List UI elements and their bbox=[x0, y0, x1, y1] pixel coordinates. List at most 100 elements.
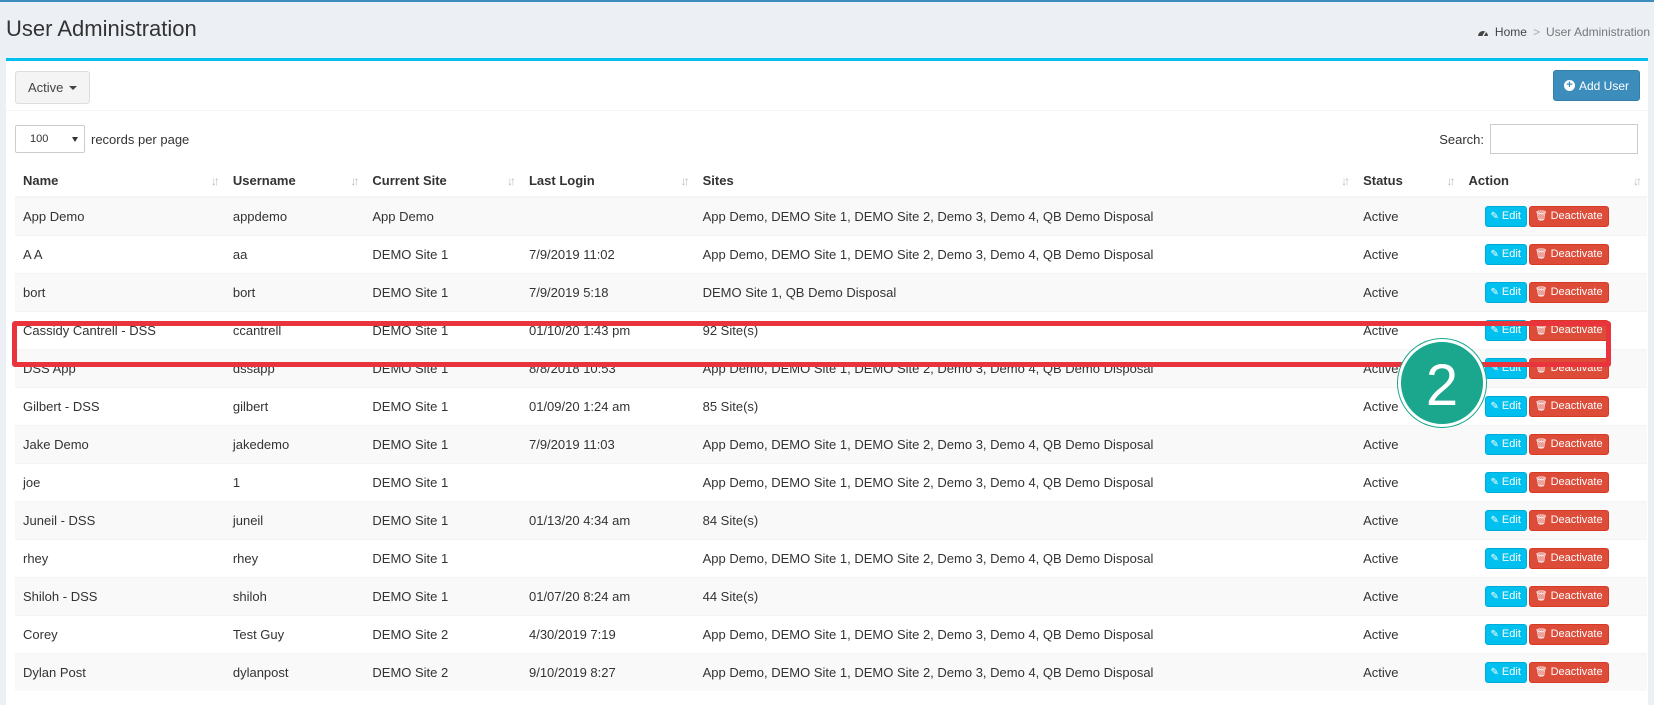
edit-button[interactable]: ✎ Edit bbox=[1484, 471, 1527, 493]
cell-name: Gilbert - DSS bbox=[15, 386, 225, 425]
table-row: Corey Test Guy DEMO Site 2 4/30/2019 7:19 Ap… bbox=[15, 614, 1647, 653]
cell-action: ✎ Edit 🗑 Deactivate bbox=[1460, 348, 1647, 387]
deactivate-label: Deactivate bbox=[1550, 552, 1603, 564]
cell-username: gilbert bbox=[224, 386, 365, 425]
edit-button[interactable]: ✎ Edit bbox=[1484, 433, 1527, 455]
edit-button[interactable]: ✎ Edit bbox=[1484, 319, 1527, 341]
cell-status: Active bbox=[1355, 234, 1461, 273]
table-row: bort bort DEMO Site 1 7/9/2019 5:18 DEMO Sit… bbox=[15, 272, 1647, 311]
trash-icon: 🗑 bbox=[1534, 286, 1548, 298]
table-row: Juneil - DSS juneil DEMO Site 1 01/13/20 4:… bbox=[15, 500, 1647, 539]
sort-icon: ↓↑ bbox=[506, 174, 516, 188]
cell-name: App Demo bbox=[15, 196, 225, 235]
trash-icon: 🗑 bbox=[1534, 552, 1548, 564]
sort-icon: ↓↑ bbox=[1633, 174, 1642, 188]
deactivate-button[interactable]: 🗑 Deactivate bbox=[1528, 319, 1609, 341]
cell-status: Active bbox=[1355, 614, 1461, 653]
cell-name: Corey bbox=[15, 614, 225, 653]
column-header-label: Last Login bbox=[528, 172, 595, 188]
breadcrumb: Home > User Administration bbox=[1477, 25, 1650, 39]
cell-last-login bbox=[520, 196, 695, 235]
table-row: joe 1 DEMO Site 1 App Demo, DEMO Site 1, DE… bbox=[15, 462, 1647, 501]
cell-action: ✎ Edit 🗑 Deactivate bbox=[1460, 576, 1647, 615]
deactivate-button[interactable]: 🗑 Deactivate bbox=[1528, 395, 1609, 417]
deactivate-button[interactable]: 🗑 Deactivate bbox=[1528, 243, 1609, 265]
cell-current-site: DEMO Site 2 bbox=[364, 614, 521, 653]
deactivate-button[interactable]: 🗑 Deactivate bbox=[1528, 205, 1609, 227]
breadcrumb-home-link[interactable]: Home bbox=[1495, 25, 1527, 39]
edit-button[interactable]: ✎ Edit bbox=[1484, 661, 1527, 683]
deactivate-button[interactable]: 🗑 Deactivate bbox=[1528, 509, 1609, 531]
edit-button[interactable]: ✎ Edit bbox=[1484, 205, 1527, 227]
cell-name: Juneil - DSS bbox=[15, 500, 225, 539]
cell-status: Active bbox=[1355, 272, 1461, 311]
deactivate-label: Deactivate bbox=[1550, 476, 1603, 488]
edit-label: Edit bbox=[1501, 248, 1521, 260]
cell-action: ✎ Edit 🗑 Deactivate bbox=[1460, 196, 1647, 235]
edit-label: Edit bbox=[1501, 400, 1521, 412]
edit-button[interactable]: ✎ Edit bbox=[1484, 357, 1527, 379]
status-filter-dropdown[interactable]: Active bbox=[15, 71, 91, 104]
deactivate-button[interactable]: 🗑 Deactivate bbox=[1528, 661, 1609, 683]
edit-button[interactable]: ✎ Edit bbox=[1484, 585, 1527, 607]
cell-last-login: 4/30/2019 7:19 bbox=[520, 614, 695, 653]
deactivate-button[interactable]: 🗑 Deactivate bbox=[1528, 433, 1609, 455]
cell-current-site: DEMO Site 1 bbox=[364, 576, 521, 615]
trash-icon: 🗑 bbox=[1534, 514, 1548, 526]
table-search: Search: bbox=[1439, 124, 1638, 154]
deactivate-button[interactable]: 🗑 Deactivate bbox=[1528, 547, 1609, 569]
step-badge: 2 bbox=[1398, 339, 1486, 427]
column-header-label: Status bbox=[1363, 172, 1403, 188]
cell-username: rhey bbox=[224, 538, 365, 577]
edit-icon: ✎ bbox=[1490, 514, 1499, 526]
column-header[interactable]: Name ↓↑ bbox=[15, 164, 225, 198]
cell-last-login: 01/10/20 1:43 pm bbox=[520, 310, 695, 349]
column-header[interactable]: Status ↓↑ bbox=[1355, 164, 1461, 198]
column-header[interactable]: Sites ↓↑ bbox=[694, 164, 1356, 198]
column-header[interactable]: Last Login ↓↑ bbox=[520, 164, 695, 198]
cell-sites: 44 Site(s) bbox=[694, 576, 1356, 615]
cell-action: ✎ Edit 🗑 Deactivate bbox=[1460, 614, 1647, 653]
edit-button[interactable]: ✎ Edit bbox=[1484, 395, 1527, 417]
trash-icon: 🗑 bbox=[1534, 324, 1548, 336]
cell-username: dssapp bbox=[224, 348, 365, 387]
edit-button[interactable]: ✎ Edit bbox=[1484, 623, 1527, 645]
cell-username: ccantrell bbox=[224, 310, 365, 349]
deactivate-label: Deactivate bbox=[1550, 666, 1603, 679]
records-per-page-select[interactable]: 100 bbox=[15, 125, 85, 153]
edit-button[interactable]: ✎ Edit bbox=[1484, 281, 1527, 303]
plus-circle-icon: + bbox=[1563, 80, 1575, 91]
deactivate-button[interactable]: 🗑 Deactivate bbox=[1528, 357, 1609, 379]
column-header[interactable]: Current Site ↓↑ bbox=[364, 164, 521, 198]
cell-sites: App Demo, DEMO Site 1, DEMO Site 2, Demo… bbox=[694, 462, 1356, 501]
deactivate-button[interactable]: 🗑 Deactivate bbox=[1528, 585, 1609, 607]
edit-icon: ✎ bbox=[1490, 666, 1499, 678]
sort-icon: ↓↑ bbox=[680, 174, 690, 188]
trash-icon: 🗑 bbox=[1534, 362, 1548, 374]
cell-last-login: 7/9/2019 11:03 bbox=[520, 424, 695, 463]
edit-button[interactable]: ✎ Edit bbox=[1484, 547, 1527, 569]
column-header[interactable]: Action ↓↑ bbox=[1460, 164, 1647, 198]
search-input[interactable] bbox=[1490, 124, 1638, 154]
column-header[interactable]: Username ↓↑ bbox=[224, 164, 365, 198]
column-header-label: Username bbox=[232, 172, 296, 188]
cell-action: ✎ Edit 🗑 Deactivate bbox=[1460, 234, 1647, 273]
edit-icon: ✎ bbox=[1490, 362, 1499, 374]
edit-button[interactable]: ✎ Edit bbox=[1484, 509, 1527, 531]
edit-button[interactable]: ✎ Edit bbox=[1484, 243, 1527, 265]
add-user-button[interactable]: + Add User bbox=[1552, 70, 1640, 101]
deactivate-button[interactable]: 🗑 Deactivate bbox=[1528, 281, 1609, 303]
edit-icon: ✎ bbox=[1490, 210, 1499, 222]
dashboard-icon bbox=[1477, 31, 1488, 37]
deactivate-label: Deactivate bbox=[1550, 248, 1603, 260]
sort-icon: ↓↑ bbox=[210, 174, 220, 188]
cell-sites: App Demo, DEMO Site 1, DEMO Site 2, Demo… bbox=[694, 652, 1356, 691]
cell-sites: 84 Site(s) bbox=[694, 500, 1356, 539]
cell-username: shiloh bbox=[224, 576, 365, 615]
page-title: User Administration bbox=[6, 16, 197, 41]
deactivate-button[interactable]: 🗑 Deactivate bbox=[1528, 471, 1609, 493]
cell-username: juneil bbox=[224, 500, 365, 539]
deactivate-button[interactable]: 🗑 Deactivate bbox=[1528, 623, 1609, 645]
cell-sites: App Demo, DEMO Site 1, DEMO Site 2, Demo… bbox=[694, 196, 1356, 235]
column-header-label: Sites bbox=[702, 172, 734, 188]
